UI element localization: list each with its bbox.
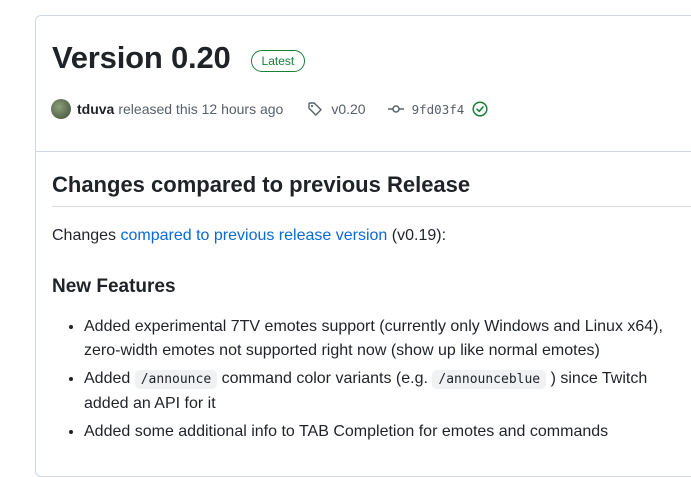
- inline-code: /announceblue: [432, 370, 547, 389]
- heading-underline: [52, 206, 691, 207]
- list-item: Added /announce command color variants (…: [84, 367, 691, 416]
- avatar[interactable]: [51, 99, 71, 119]
- release-title[interactable]: Version 0.20: [52, 40, 231, 76]
- intro-paragraph: Changes compared to previous release ver…: [52, 227, 446, 245]
- latest-badge: Latest: [250, 50, 306, 72]
- compare-link[interactable]: compared to previous release version: [121, 227, 388, 244]
- author-link[interactable]: tduva: [77, 101, 114, 117]
- divider: [36, 151, 691, 152]
- features-list: Added experimental 7TV emotes support (c…: [52, 315, 691, 448]
- inline-code: /announce: [134, 370, 218, 389]
- changes-heading: Changes compared to previous Release: [52, 172, 471, 197]
- tag-label: v0.20: [331, 101, 366, 117]
- intro-suffix: (v0.19):: [391, 227, 447, 244]
- verified-check-icon[interactable]: [472, 101, 488, 117]
- feature-text: Added: [84, 370, 131, 387]
- feature-text: command color variants (e.g.: [221, 370, 428, 387]
- list-item: Added experimental 7TV emotes support (c…: [84, 315, 691, 363]
- intro-prefix: Changes: [52, 227, 117, 244]
- release-meta: tduva released this 12 hours ago v0.20 9…: [51, 99, 488, 119]
- git-commit-icon: [387, 101, 404, 117]
- tag-link[interactable]: v0.20: [307, 101, 366, 117]
- release-card: Version 0.20 Latest tduva released this …: [35, 15, 691, 477]
- feature-text: Added some additional info to TAB Comple…: [84, 423, 609, 440]
- features-heading: New Features: [52, 276, 176, 297]
- released-time: released this 12 hours ago: [118, 101, 284, 117]
- list-item: Added some additional info to TAB Comple…: [84, 420, 691, 444]
- commit-hash: 9fd03f4: [411, 101, 465, 117]
- feature-text: Added experimental 7TV emotes support (c…: [84, 318, 663, 359]
- release-header: Version 0.20 Latest: [52, 40, 306, 76]
- commit-link[interactable]: 9fd03f4: [387, 101, 489, 117]
- tag-icon: [307, 101, 323, 117]
